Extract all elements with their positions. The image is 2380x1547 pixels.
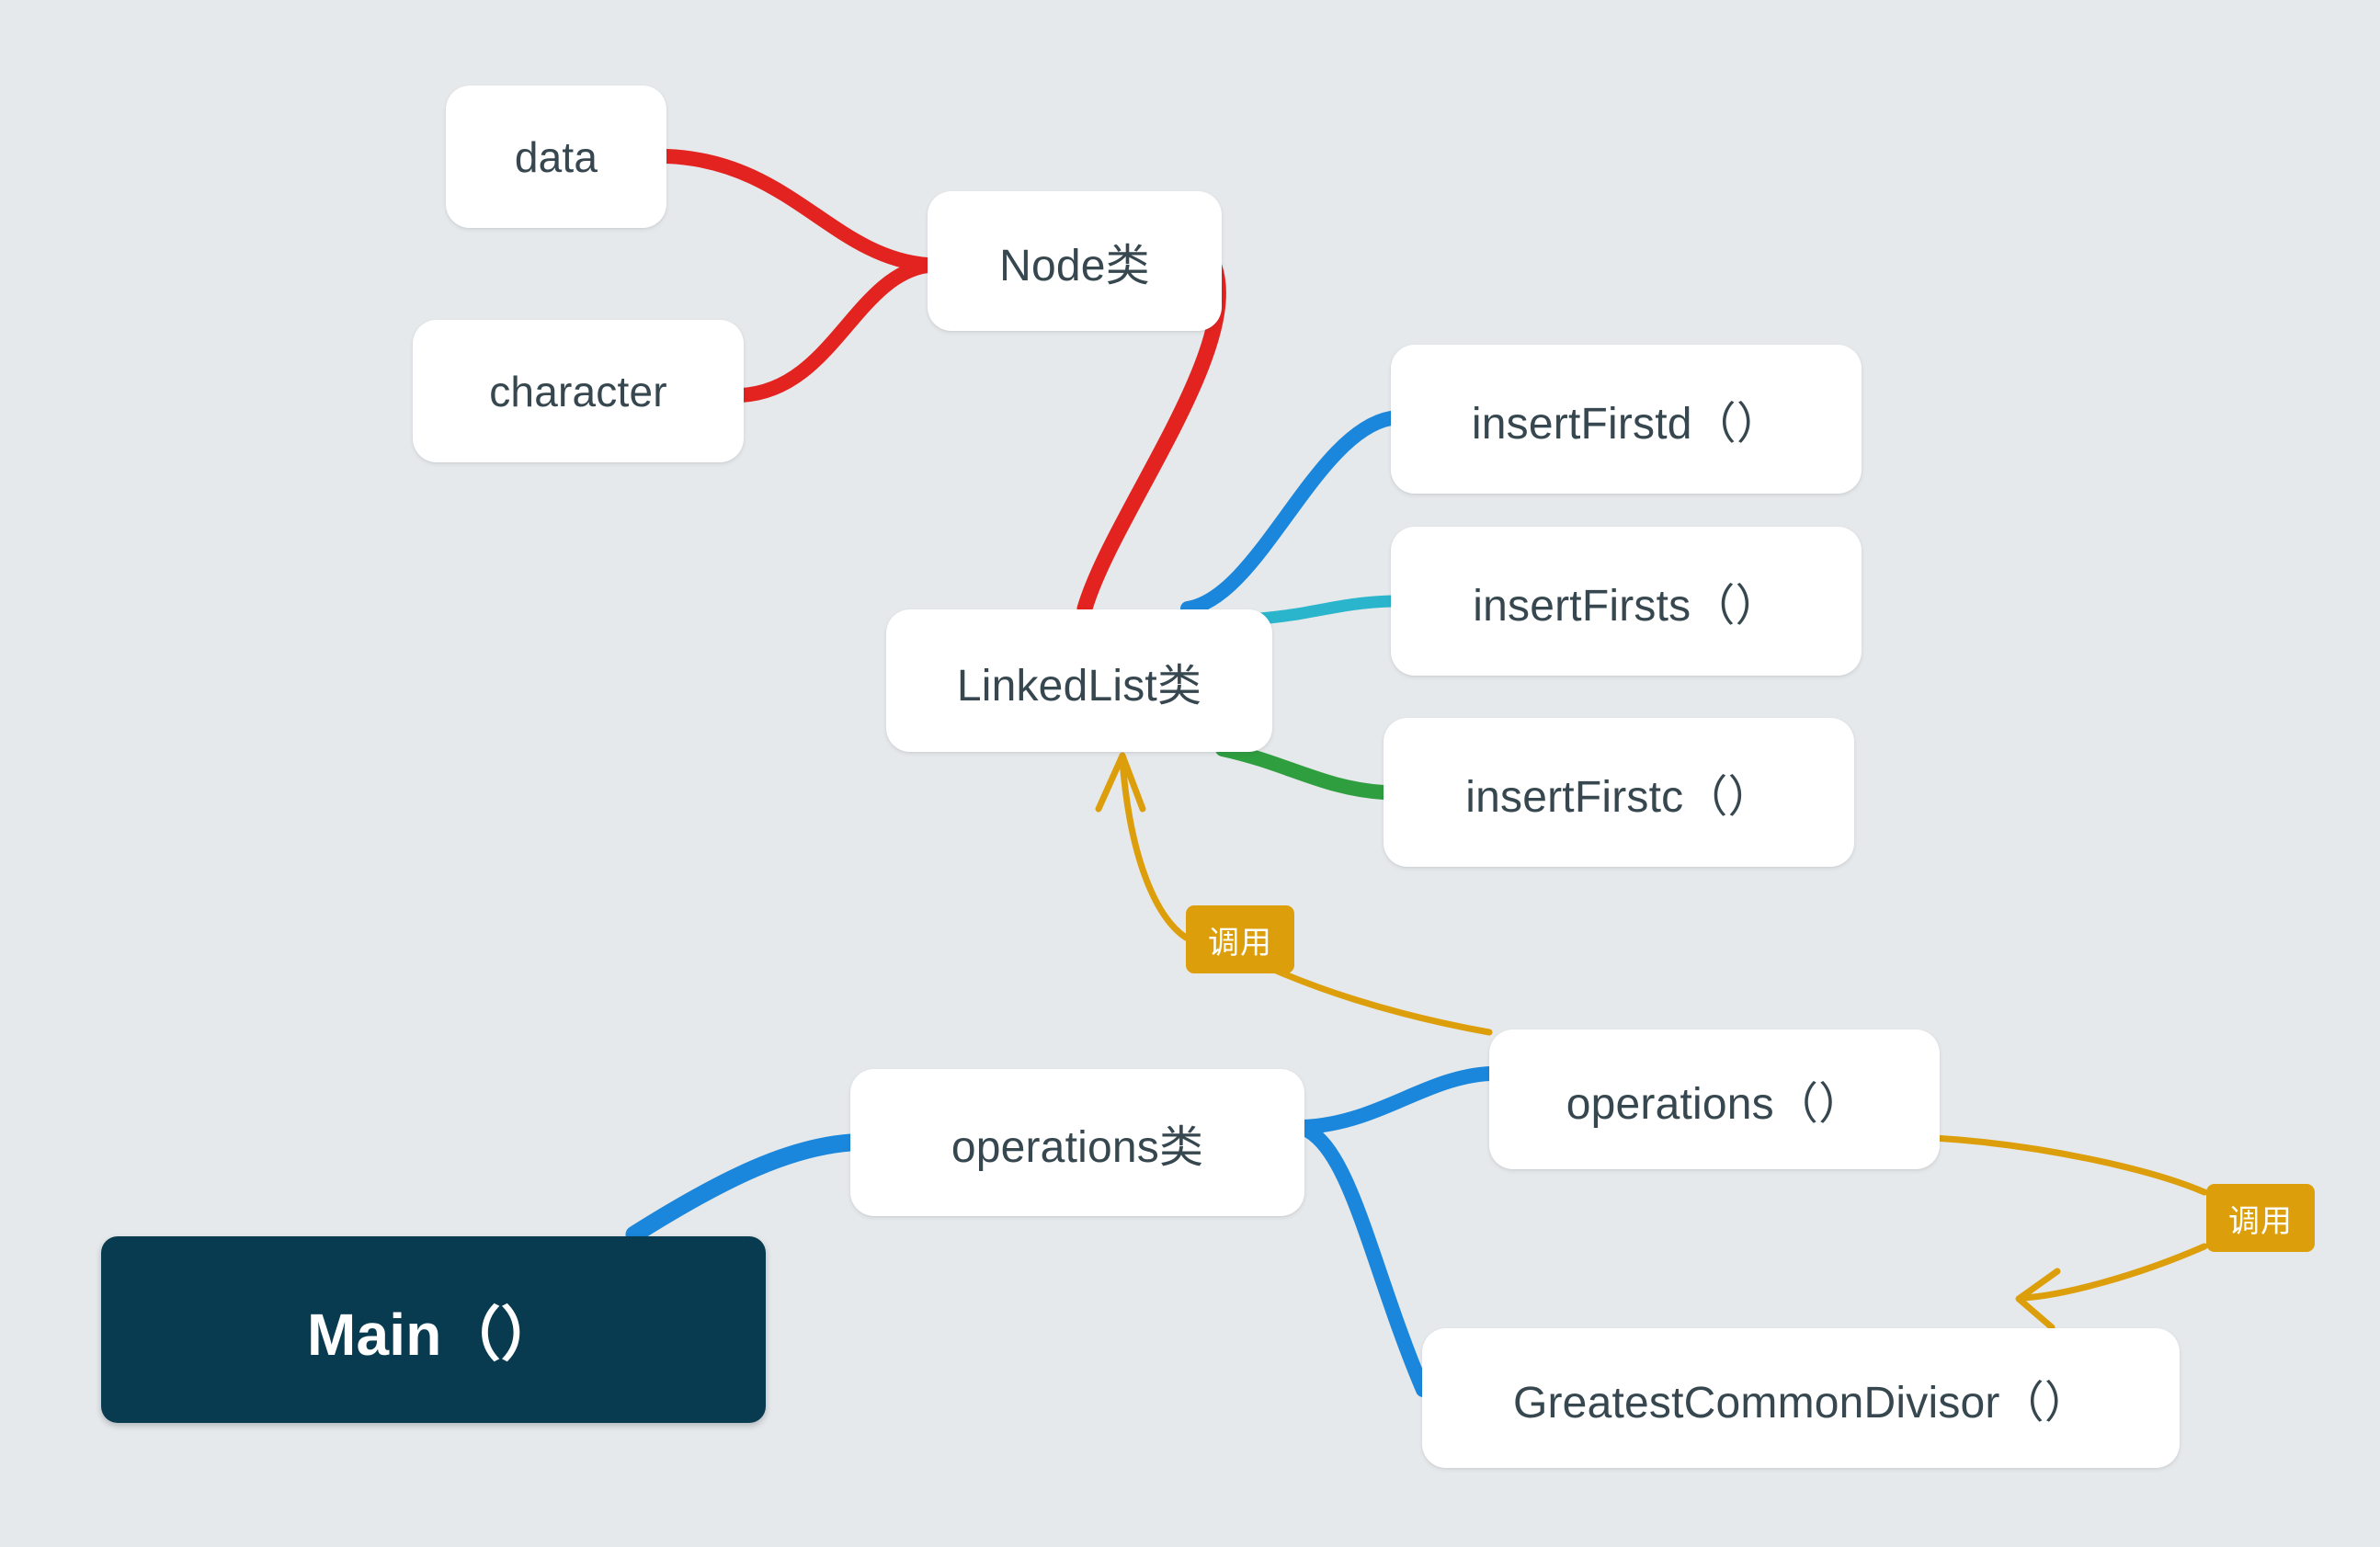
node-linkedlist-class[interactable]: LinkedList类 (886, 609, 1272, 752)
node-character[interactable]: character (413, 320, 744, 462)
node-insert-firsts[interactable]: insertFirsts（） (1391, 527, 1862, 676)
edge-data-to-node-class (659, 149, 935, 272)
edge-linkedlist-to-insert-firstc (1215, 742, 1391, 800)
edge-linkedlist-to-insert-firsts (1254, 595, 1397, 625)
node-node-class[interactable]: Node类 (928, 191, 1222, 331)
edge-call-linkedlist-arrow-stem (1119, 757, 1190, 941)
badge-call-gcd[interactable]: 调用 (2206, 1184, 2315, 1252)
mindmap-canvas: LinkedList类 ===== --> GreatestCommonDivi… (0, 0, 2380, 1547)
edge-main-to-operations-class (625, 1133, 860, 1244)
node-main-root[interactable]: Main（） (101, 1236, 766, 1423)
edge-operations-class-to-greatest-common-divisor (1297, 1121, 1430, 1397)
edge-character-to-node-class (734, 258, 935, 403)
badge-call-linkedlist[interactable]: 调用 (1186, 905, 1294, 973)
node-operations-class[interactable]: operations类 (850, 1069, 1304, 1216)
edge-operations-class-to-operations-func (1297, 1066, 1497, 1134)
edge-call-operations-func-to-gcd (1930, 1134, 2208, 1196)
edge-call-gcd-arrow-stem (2019, 1243, 2208, 1302)
node-insert-firstc[interactable]: insertFirstc（） (1384, 718, 1854, 867)
node-data[interactable]: data (446, 85, 666, 228)
node-operations-func[interactable]: operations（） (1489, 1029, 1940, 1169)
arrow-head-to-greatest-common-divisor (2015, 1268, 2061, 1331)
edge-linkedlist-to-insert-firstd (1180, 411, 1398, 616)
arrow-head-to-linkedlist-class (1095, 752, 1146, 813)
node-greatest-common-divisor[interactable]: GreatestCommonDivisor（） (1422, 1328, 2180, 1468)
node-insert-firstd[interactable]: insertFirstd（） (1391, 345, 1862, 494)
